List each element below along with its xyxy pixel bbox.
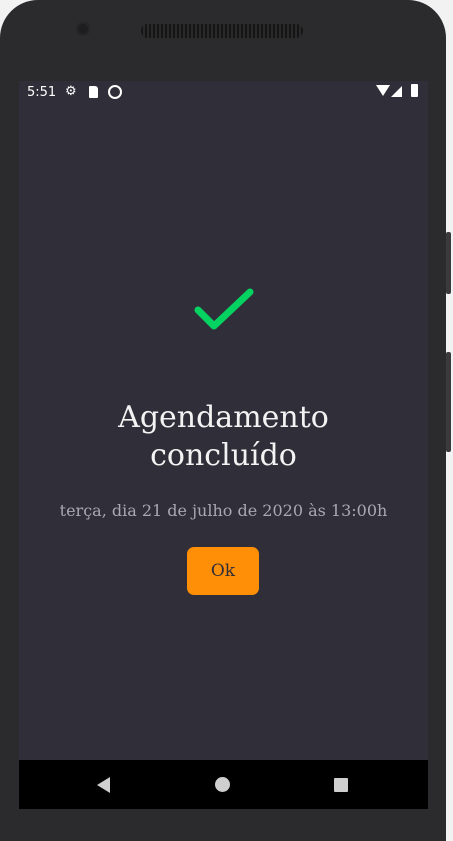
volume-button xyxy=(446,232,451,294)
earpiece-speaker xyxy=(141,24,303,38)
ok-button[interactable]: Ok xyxy=(187,547,259,595)
page-title: Agendamento concluído xyxy=(19,399,428,475)
cell-signal-icon xyxy=(391,86,402,97)
title-line-2: concluído xyxy=(150,438,297,473)
recents-icon[interactable] xyxy=(334,778,348,792)
home-icon[interactable] xyxy=(215,777,230,792)
power-button xyxy=(446,352,451,452)
device-frame: 5:51 ⚙ Agendamento concluído terça, dia … xyxy=(0,0,446,841)
battery-icon xyxy=(411,84,418,97)
sync-icon xyxy=(108,85,122,99)
back-icon[interactable] xyxy=(97,777,110,793)
check-icon xyxy=(194,288,254,330)
settings-icon: ⚙ xyxy=(65,84,77,99)
navigation-bar xyxy=(19,760,428,809)
front-camera xyxy=(78,24,88,34)
appointment-datetime: terça, dia 21 de julho de 2020 às 13:00h xyxy=(59,501,388,520)
wifi-icon xyxy=(376,85,390,96)
app-screen: 5:51 ⚙ Agendamento concluído terça, dia … xyxy=(19,81,428,809)
title-line-1: Agendamento xyxy=(118,400,329,435)
status-bar: 5:51 ⚙ xyxy=(19,81,428,105)
status-time: 5:51 xyxy=(27,85,57,100)
sd-card-icon xyxy=(89,86,98,98)
